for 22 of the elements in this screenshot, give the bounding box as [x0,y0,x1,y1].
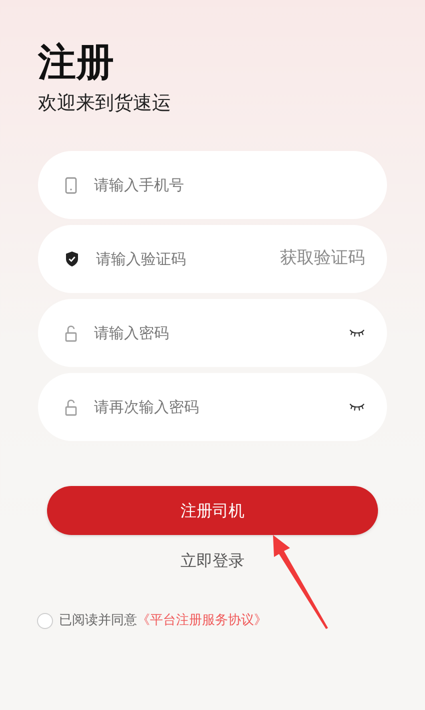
text-input[interactable]: 请输入密码 [94,322,332,344]
page-title: 注册 [38,39,115,86]
lock-icon [65,324,77,342]
page-subtitle: 欢迎来到货速运 [38,91,172,116]
login-link[interactable]: 立即登录 [180,549,244,573]
agreement-checkbox[interactable] [37,612,53,629]
lock-icon [65,398,77,416]
input-field[interactable]: 请输入验证码 获取验证码 [38,225,387,293]
eye-closed-icon[interactable] [349,402,365,412]
phone-icon [65,176,77,194]
register-button[interactable]: 注册司机 [47,486,378,535]
agreement-text: 已阅读并同意 [59,612,137,630]
get-code-button[interactable]: 获取验证码 [280,246,365,272]
input-field[interactable]: 请输入密码 [38,299,387,367]
eye-closed-icon[interactable] [349,328,365,338]
input-field[interactable]: 请输入手机号 [38,151,387,219]
shield-check-icon [65,251,79,267]
agreement-link[interactable]: 《平台注册服务协议》 [137,611,267,630]
text-input[interactable]: 请再次输入密码 [94,396,332,418]
text-input[interactable]: 请输入验证码 [96,248,263,270]
text-input[interactable]: 请输入手机号 [94,174,365,196]
input-field[interactable]: 请再次输入密码 [38,373,387,441]
